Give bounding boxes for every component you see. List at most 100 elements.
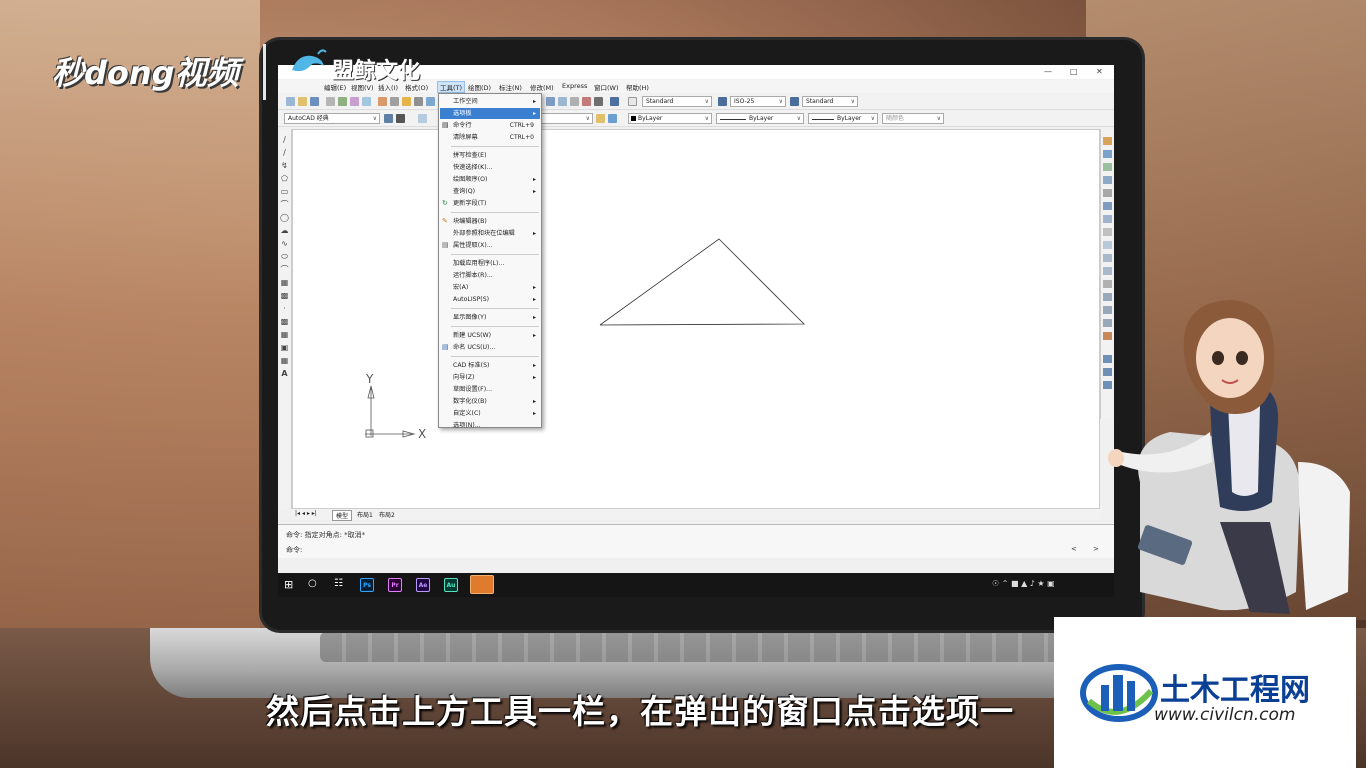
match-properties-icon[interactable] [402, 97, 411, 106]
windows-start-icon[interactable]: ⊞ [284, 578, 293, 591]
menu-item-run-script[interactable]: 运行脚本(R)... [440, 270, 540, 281]
properties-icon[interactable] [582, 97, 591, 106]
ellipse-arc-icon[interactable]: ⌒ [280, 265, 289, 274]
move-icon[interactable] [1103, 202, 1112, 210]
menu-item-quick-select[interactable]: 快速选择(K)... [440, 162, 540, 173]
tab-layout2[interactable]: 布局2 [376, 510, 398, 519]
insert-block-icon[interactable]: ▦ [280, 278, 289, 287]
copy-icon[interactable] [378, 97, 387, 106]
print-icon[interactable] [326, 97, 335, 106]
command-input[interactable]: 命令: [286, 545, 302, 555]
copy-object-icon[interactable] [1103, 150, 1112, 158]
stretch-icon[interactable] [1103, 241, 1112, 249]
menu-item-palettes[interactable]: 选项板 ▸ [440, 108, 540, 119]
paste-icon[interactable] [390, 97, 399, 106]
erase-icon[interactable] [1103, 137, 1112, 145]
pan-icon[interactable] [546, 97, 555, 106]
menu-item-inquiry[interactable]: 查询(Q) ▸ [440, 186, 540, 197]
menu-item-named-ucs[interactable]: ▤ 命名 UCS(U)... [440, 342, 540, 353]
menu-item-load-application[interactable]: 加载应用程序(L)... [440, 258, 540, 269]
polyline-icon[interactable]: ↯ [280, 161, 289, 170]
scale-icon[interactable] [1103, 228, 1112, 236]
scroll-left-icon[interactable]: < [1071, 545, 1077, 553]
preview-icon[interactable] [338, 97, 347, 106]
menu-window[interactable]: 窗口(W) [594, 82, 619, 92]
brush-icon[interactable] [414, 97, 423, 106]
polygon-icon[interactable]: ⬠ [280, 174, 289, 183]
menu-item-cad-standards[interactable]: CAD 标准(S) ▸ [440, 360, 540, 371]
new-icon[interactable] [286, 97, 295, 106]
layer-manager-icon[interactable] [418, 114, 427, 123]
region-icon[interactable]: ▣ [280, 343, 289, 352]
menu-item-block-editor[interactable]: ✎ 块编辑器(B) [440, 216, 540, 227]
menu-item-xref-edit[interactable]: 外部参照和块在位编辑 ▸ [440, 228, 540, 239]
revision-cloud-icon[interactable]: ☁ [280, 226, 289, 235]
task-view-icon[interactable]: ☷ [334, 578, 343, 589]
menu-item-macro[interactable]: 宏(A) ▸ [440, 282, 540, 293]
premiere-icon[interactable]: Pr [388, 578, 402, 592]
construction-line-icon[interactable]: ∕ [280, 148, 289, 157]
make-block-icon[interactable]: ▩ [280, 291, 289, 300]
menu-item-drafting-settings[interactable]: 草图设置(F)... [440, 384, 540, 395]
open-icon[interactable] [298, 97, 307, 106]
plot-style-combo[interactable]: 随颜色 [882, 113, 944, 124]
hatch-icon[interactable]: ▩ [280, 317, 289, 326]
spline-icon[interactable]: ∿ [280, 239, 289, 248]
gradient-icon[interactable]: ▦ [280, 330, 289, 339]
menu-tools[interactable]: 工具(T) [436, 81, 466, 93]
publish-icon[interactable] [350, 97, 359, 106]
mirror-icon[interactable] [1103, 163, 1112, 171]
system-tray-icons[interactable]: ☉ ⌃ ■ ▲ ♪ ★ ▣ [992, 579, 1055, 588]
table-style-combo[interactable]: Standard [802, 96, 858, 107]
make-current-icon[interactable] [596, 114, 605, 123]
tab-layout1[interactable]: 布局1 [354, 510, 376, 519]
table-icon[interactable]: ▦ [280, 356, 289, 365]
menu-item-command-line[interactable]: ▤ 命令行 CTRL+9 [440, 120, 540, 131]
menu-item-options[interactable]: 选项(N)... [440, 420, 540, 431]
search-icon[interactable]: ○ [308, 578, 317, 589]
dim-style-combo[interactable]: ISO-25 [730, 96, 786, 107]
photoshop-icon[interactable]: Ps [360, 578, 374, 592]
menu-item-workspace[interactable]: 工作空间 ▸ [440, 96, 540, 107]
menu-draw[interactable]: 绘图(D) [468, 82, 491, 92]
menu-item-customize[interactable]: 自定义(C) ▸ [440, 408, 540, 419]
line-icon[interactable]: ∕ [280, 135, 289, 144]
save-icon[interactable] [310, 97, 319, 106]
break-icon[interactable] [1103, 280, 1112, 288]
maximize-icon[interactable]: □ [1070, 67, 1078, 76]
menu-item-clean-screen[interactable]: 清除屏幕 CTRL+0 [440, 132, 540, 143]
trim-icon[interactable] [1103, 254, 1112, 262]
layer-previous-icon[interactable] [608, 114, 617, 123]
menu-item-new-ucs[interactable]: 新建 UCS(W) ▸ [440, 330, 540, 341]
arc-icon[interactable]: ⌒ [280, 200, 289, 209]
tab-model[interactable]: 模型 [332, 510, 353, 521]
menu-modify[interactable]: 修改(M) [530, 82, 554, 92]
undo-icon[interactable] [426, 97, 435, 106]
menu-item-autolisp[interactable]: AutoLISP(S) ▸ [440, 294, 540, 305]
linetype-combo[interactable]: ByLayer [716, 113, 804, 124]
layers-icon[interactable] [396, 114, 405, 123]
design-center-icon[interactable] [594, 97, 603, 106]
cut-icon[interactable] [362, 97, 371, 106]
color-combo[interactable]: ByLayer [628, 113, 712, 124]
drawing-canvas[interactable]: Y X [292, 129, 1100, 509]
menu-item-display-image[interactable]: 显示图像(Y) ▸ [440, 312, 540, 323]
menu-item-update-fields[interactable]: ↻ 更新字段(T) [440, 198, 540, 209]
extend-icon[interactable] [1103, 267, 1112, 275]
triangle-shape[interactable] [599, 238, 805, 326]
menu-item-attribute-extract[interactable]: ▤ 属性提取(X)... [440, 240, 540, 251]
menu-express[interactable]: Express [562, 82, 587, 90]
zoom-icon[interactable] [558, 97, 567, 106]
autocad-taskbar-icon[interactable] [470, 575, 494, 594]
minimize-icon[interactable]: — [1044, 67, 1052, 76]
menu-item-wizards[interactable]: 向导(Z) ▸ [440, 372, 540, 383]
menu-item-spelling[interactable]: 拼写检查(E) [440, 150, 540, 161]
offset-icon[interactable] [1103, 176, 1112, 184]
menu-item-draw-order[interactable]: 绘图顺序(O) ▸ [440, 174, 540, 185]
multiline-text-icon[interactable]: A [280, 369, 289, 378]
rectangle-icon[interactable]: ▭ [280, 187, 289, 196]
menu-item-tablet[interactable]: 数字化仪(B) ▸ [440, 396, 540, 407]
workspace-combo[interactable]: AutoCAD 经典 [284, 113, 380, 124]
menu-dimension[interactable]: 标注(N) [499, 82, 522, 92]
close-icon[interactable]: ✕ [1096, 67, 1103, 76]
